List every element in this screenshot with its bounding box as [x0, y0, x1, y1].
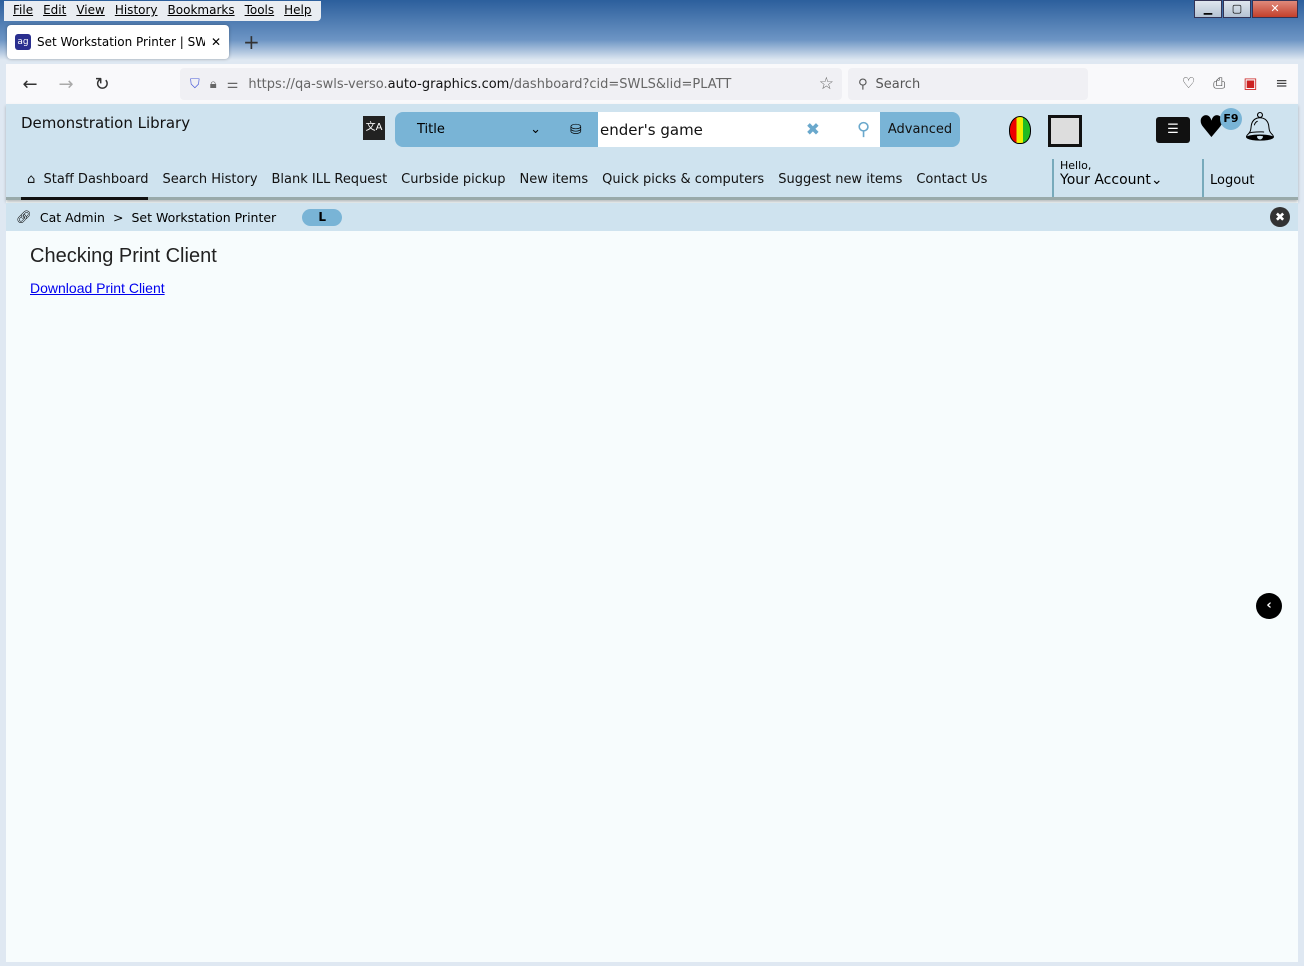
nav-staff-dashboard[interactable]: ⌂ Staff Dashboard — [21, 172, 149, 200]
extension-icon[interactable]: ▣ — [1243, 74, 1257, 92]
search-type-select[interactable]: Title ⌄ — [395, 122, 555, 137]
url-text: https://qa-swls-verso.auto-graphics.com/… — [248, 76, 732, 92]
account-menu[interactable]: Hello, Your Account⌄ — [1052, 159, 1163, 197]
menu-bookmarks[interactable]: Bookmarks — [163, 1, 240, 21]
nav-quick-picks[interactable]: Quick picks & computers — [602, 172, 764, 187]
tab-title: Set Workstation Printer | SWLS | — [37, 35, 205, 49]
browser-search-input[interactable]: ⚲ Search — [848, 68, 1088, 100]
favicon-icon: ag — [15, 34, 31, 50]
nav-suggest-new-items[interactable]: Suggest new items — [778, 172, 902, 187]
notifications-bell-icon[interactable]: 🔔︎ — [1242, 110, 1278, 143]
home-icon: ⌂ — [27, 172, 36, 187]
search-input[interactable]: ender's game ✖ ⚲ — [598, 112, 880, 147]
minimize-button[interactable]: ▁ — [1194, 0, 1222, 18]
list-icon[interactable]: ☰ — [1156, 117, 1190, 143]
balloon-icon[interactable] — [1009, 116, 1031, 144]
menu-edit[interactable]: Edit — [38, 1, 71, 21]
main-nav: ⌂ Staff Dashboard Search History Blank I… — [21, 172, 987, 200]
lock-icon: 🔒︎ — [209, 76, 217, 92]
menu-history[interactable]: History — [110, 1, 163, 21]
database-icon[interactable]: ⛁ — [570, 122, 582, 138]
library-name: Demonstration Library — [21, 114, 191, 132]
catalog-search-icon[interactable] — [1048, 115, 1082, 147]
browser-tab[interactable]: ag Set Workstation Printer | SWLS | ✕ — [7, 25, 229, 59]
shield-icon: ⛉ — [190, 76, 200, 92]
breadcrumb: 🔗︎ Cat Admin > Set Workstation Printer L… — [6, 203, 1298, 231]
nav-blank-ill-request[interactable]: Blank ILL Request — [272, 172, 388, 187]
reload-icon[interactable]: ↻ — [84, 74, 120, 95]
nav-curbside-pickup[interactable]: Curbside pickup — [401, 172, 505, 187]
search-bar: Title ⌄ ⛁ ender's game ✖ ⚲ Advanced — [395, 112, 960, 147]
maximize-button[interactable]: ▢ — [1223, 0, 1251, 18]
page-content: Demonstration Library 文A Title ⌄ ⛁ ender'… — [6, 104, 1298, 962]
print-icon[interactable]: ⎙ — [1213, 74, 1225, 92]
advanced-search-button[interactable]: Advanced — [880, 112, 960, 147]
page-title: Checking Print Client — [30, 245, 217, 267]
nav-search-history[interactable]: Search History — [162, 172, 257, 187]
menu-help[interactable]: Help — [279, 1, 316, 21]
pocket-icon[interactable]: ♡ — [1182, 74, 1195, 92]
nav-new-items[interactable]: New items — [519, 172, 588, 187]
menu-view[interactable]: View — [71, 1, 109, 21]
logout-link[interactable]: Logout — [1202, 159, 1255, 197]
permissions-icon: ⚌ — [226, 76, 239, 92]
close-icon[interactable]: ✖ — [1270, 207, 1290, 227]
nav-toolbar: ← → ↻ ⛉ 🔒︎ ⚌ https://qa-swls-verso.auto-… — [6, 64, 1298, 104]
menu-file[interactable]: File — [8, 1, 38, 21]
nav-contact-us[interactable]: Contact Us — [916, 172, 987, 187]
site-header: Demonstration Library 文A Title ⌄ ⛁ ender'… — [6, 104, 1298, 200]
url-bar[interactable]: ⛉ 🔒︎ ⚌ https://qa-swls-verso.auto-graphi… — [180, 68, 842, 100]
menu-tools[interactable]: Tools — [240, 1, 280, 21]
new-tab-button[interactable]: + — [243, 30, 260, 54]
f9-badge: F9 — [1220, 108, 1242, 130]
breadcrumb-current: Set Workstation Printer — [131, 209, 277, 225]
back-icon[interactable]: ← — [12, 74, 48, 95]
bookmark-star-icon[interactable]: ☆ — [819, 74, 834, 94]
hamburger-menu-icon[interactable]: ≡ — [1275, 74, 1288, 92]
chevron-left-icon[interactable]: ‹ — [1256, 593, 1282, 619]
browser-window: File Edit View History Bookmarks Tools H… — [0, 0, 1304, 966]
clear-search-icon[interactable]: ✖ — [806, 120, 820, 140]
forward-icon[interactable]: → — [48, 74, 84, 95]
chevron-down-icon: ⌄ — [1150, 172, 1163, 188]
close-tab-icon[interactable]: ✕ — [211, 35, 221, 49]
close-window-button[interactable]: ✕ — [1252, 0, 1298, 18]
menu-bar: File Edit View History Bookmarks Tools H… — [4, 1, 321, 21]
search-icon[interactable]: ⚲ — [857, 119, 870, 140]
breadcrumb-parent[interactable]: Cat Admin — [40, 210, 105, 225]
translate-icon[interactable]: 文A — [363, 116, 385, 140]
search-icon: ⚲ — [858, 76, 868, 92]
location-pill[interactable]: L — [302, 208, 343, 226]
link-icon: 🔗︎ — [16, 209, 32, 224]
chevron-down-icon: ⌄ — [530, 122, 541, 137]
download-print-client-link[interactable]: Download Print Client — [30, 280, 165, 296]
